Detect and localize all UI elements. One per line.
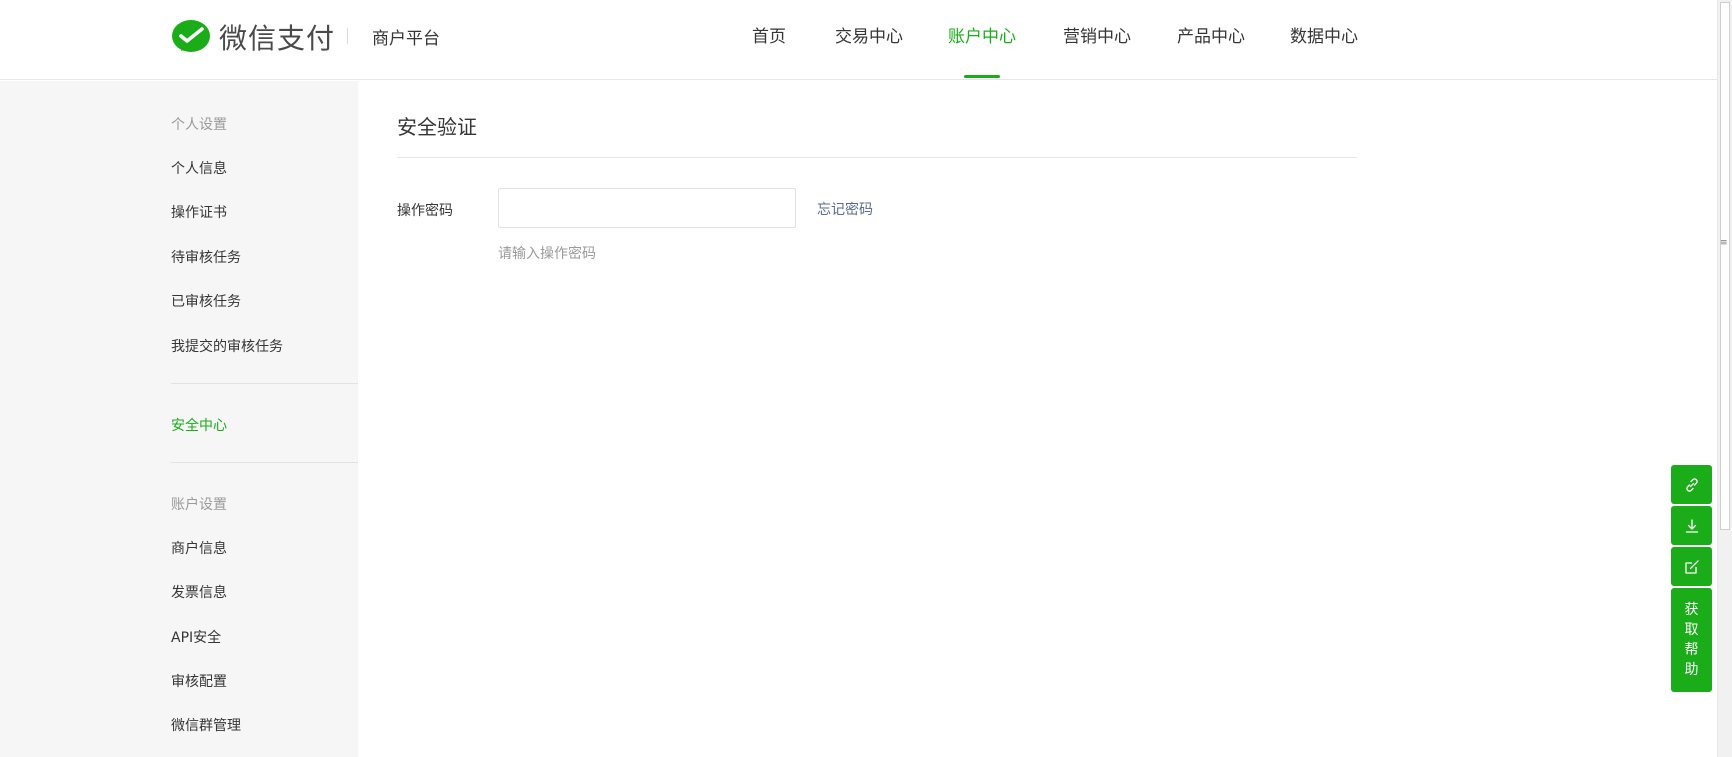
page-title: 安全验证 <box>397 115 477 139</box>
nav-account-center[interactable]: 账户中心 <box>948 22 1016 47</box>
sidebar-item-my-submitted-tasks[interactable]: 我提交的审核任务 <box>171 336 283 356</box>
sidebar-group-account: 账户设置 <box>171 497 227 513</box>
page-scrollbar[interactable]: ≡ <box>1717 0 1732 757</box>
password-label: 操作密码 <box>397 203 453 219</box>
sidebar: 个人设置 个人信息 操作证书 待审核任务 已审核任务 我提交的审核任务 安全中心… <box>0 81 358 757</box>
edit-icon <box>1684 559 1699 574</box>
nav-trade-center[interactable]: 交易中心 <box>835 22 903 47</box>
help-char-2: 取 <box>1684 622 1699 638</box>
link-button[interactable] <box>1671 465 1712 504</box>
nav-data-center[interactable]: 数据中心 <box>1290 22 1358 47</box>
sidebar-item-security-center[interactable]: 安全中心 <box>171 415 227 435</box>
scroll-grip-icon: ≡ <box>1720 238 1728 248</box>
sidebar-item-wechat-group-mgmt[interactable]: 微信群管理 <box>171 715 241 735</box>
get-help-button[interactable]: 获 取 帮 助 <box>1671 588 1712 692</box>
sidebar-item-invoice-info[interactable]: 发票信息 <box>171 582 227 602</box>
help-char-3: 帮 <box>1684 642 1699 658</box>
nav-active-indicator <box>964 75 1000 78</box>
help-char-1: 获 <box>1684 602 1699 618</box>
scroll-thumb[interactable] <box>1720 2 1730 530</box>
sidebar-item-review-config[interactable]: 审核配置 <box>171 671 227 691</box>
forgot-password-link[interactable]: 忘记密码 <box>817 199 873 219</box>
top-header: 微信支付 商户平台 首页 交易中心 账户中心 营销中心 产品中心 数据中心 <box>0 0 1717 80</box>
sidebar-item-reviewed-tasks[interactable]: 已审核任务 <box>171 291 241 311</box>
floating-toolbar: 获 取 帮 助 <box>1671 465 1712 692</box>
operation-password-input[interactable] <box>498 188 796 228</box>
download-icon <box>1685 518 1698 533</box>
sidebar-item-personal-info[interactable]: 个人信息 <box>171 158 227 178</box>
nav-product-center[interactable]: 产品中心 <box>1177 22 1245 47</box>
nav-home[interactable]: 首页 <box>752 22 786 47</box>
sidebar-divider <box>171 383 358 384</box>
title-divider <box>397 157 1357 158</box>
sidebar-item-pending-tasks[interactable]: 待审核任务 <box>171 247 241 267</box>
feedback-button[interactable] <box>1671 547 1712 586</box>
password-hint: 请输入操作密码 <box>498 246 596 262</box>
nav-marketing-center[interactable]: 营销中心 <box>1063 22 1131 47</box>
sidebar-item-certificate[interactable]: 操作证书 <box>171 202 227 222</box>
sidebar-item-merchant-info[interactable]: 商户信息 <box>171 538 227 558</box>
help-char-4: 助 <box>1684 662 1699 678</box>
download-button[interactable] <box>1671 506 1712 545</box>
main-nav: 首页 交易中心 账户中心 营销中心 产品中心 数据中心 <box>0 22 1717 80</box>
link-icon <box>1685 477 1698 492</box>
sidebar-divider <box>171 462 358 463</box>
sidebar-group-personal: 个人设置 <box>171 117 227 133</box>
sidebar-item-api-security[interactable]: API安全 <box>171 627 221 647</box>
